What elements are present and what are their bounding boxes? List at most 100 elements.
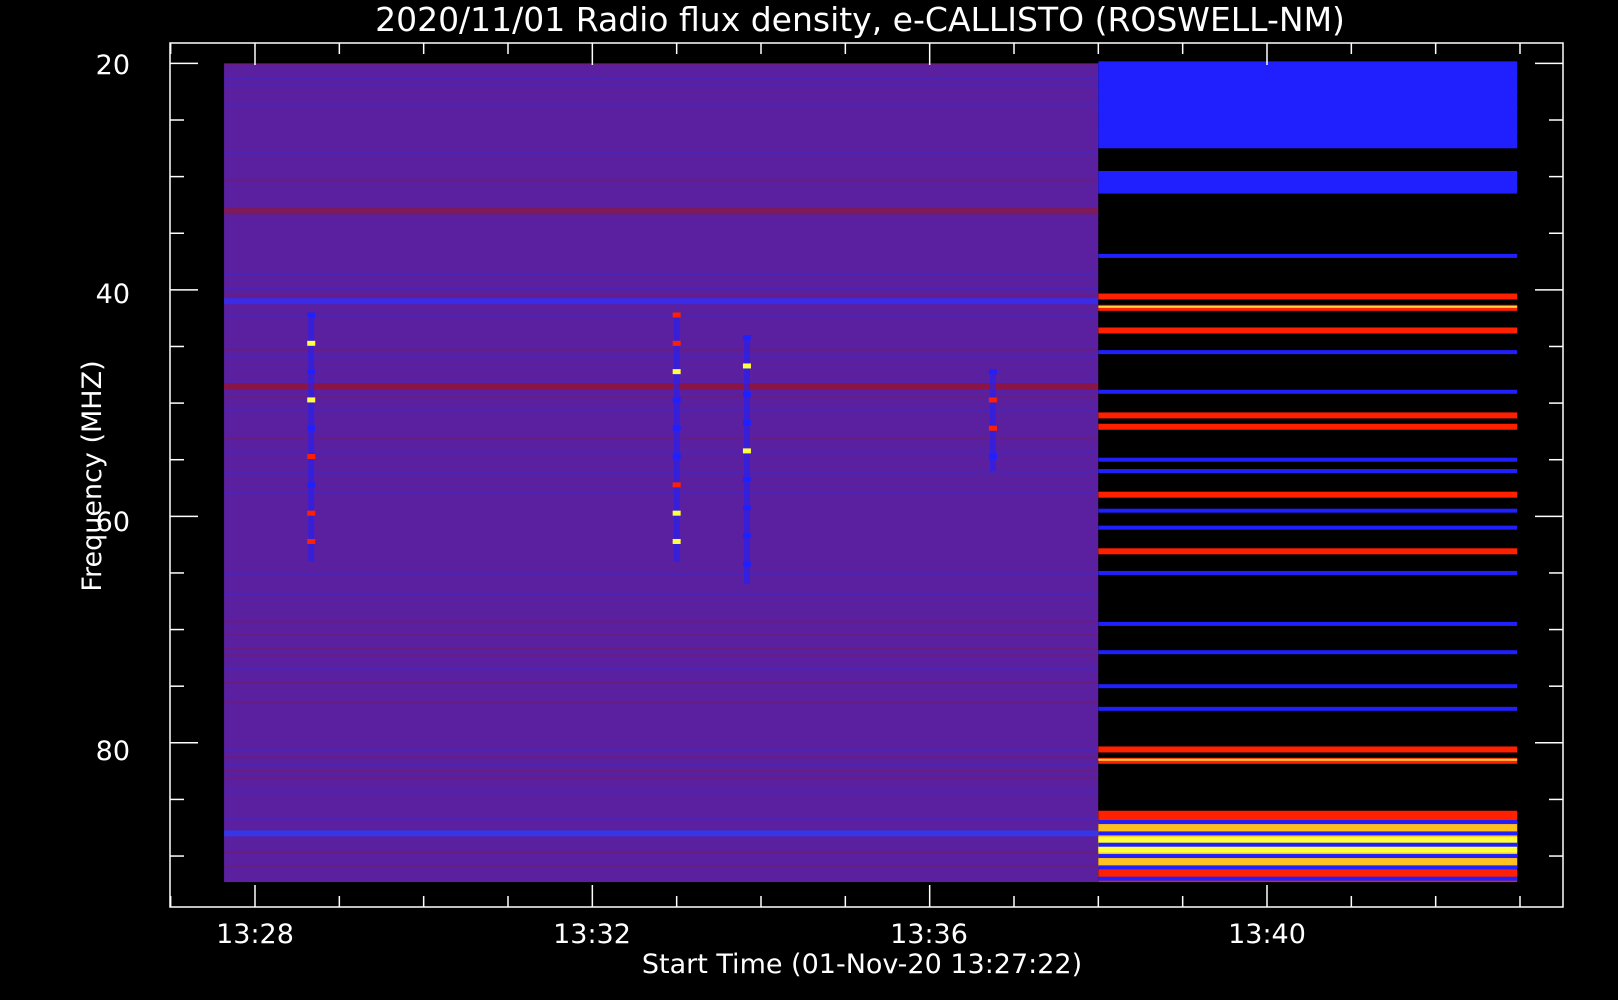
- noise-texture-row: [224, 593, 1099, 596]
- burst-pixel: [307, 482, 316, 488]
- noise-texture-row: [224, 63, 1099, 66]
- x-tick-label: 13:40: [1228, 919, 1306, 950]
- noise-texture-row: [224, 865, 1099, 868]
- rfi-band: [1098, 457, 1518, 462]
- burst-pixel: [988, 369, 997, 375]
- burst-pixel: [672, 510, 681, 516]
- noise-texture-row: [224, 668, 1099, 671]
- rfi-band: [1098, 650, 1518, 655]
- burst-pixel: [307, 312, 316, 318]
- noise-texture-row: [224, 409, 1099, 412]
- noise-texture-row: [224, 294, 1099, 297]
- noise-texture-row: [224, 274, 1099, 277]
- noise-texture-row: [224, 355, 1099, 358]
- noise-texture-row: [224, 790, 1099, 793]
- rfi-band: [1098, 140, 1518, 145]
- rfi-band-core: [1098, 758, 1518, 761]
- burst-pixel: [742, 533, 751, 539]
- chart-title: 2020/11/01 Radio flux density, e-CALLIST…: [375, 0, 1345, 39]
- noise-texture-row: [224, 151, 1099, 154]
- x-tick-label: 13:28: [216, 919, 294, 950]
- rfi-band: [1098, 327, 1518, 334]
- rfi-band: [1098, 525, 1518, 530]
- rfi-band: [1098, 174, 1518, 179]
- interference-band: [224, 298, 1099, 305]
- rfi-band: [1098, 570, 1518, 575]
- noise-texture-row: [224, 491, 1099, 494]
- rfi-band: [1098, 61, 1518, 66]
- burst-pixel: [672, 340, 681, 346]
- burst-pixel: [307, 538, 316, 544]
- noise-texture-row: [224, 348, 1099, 351]
- spectrogram-chart: 2020/11/01 Radio flux density, e-CALLIST…: [0, 0, 1618, 1000]
- noise-texture-row: [224, 450, 1099, 453]
- y-tick-label: 40: [96, 279, 130, 310]
- rfi-band: [1098, 706, 1518, 711]
- rfi-band: [1098, 684, 1518, 689]
- rfi-band-core: [1098, 305, 1518, 308]
- burst-pixel: [672, 454, 681, 460]
- noise-texture-row: [224, 647, 1099, 650]
- noise-texture-row: [224, 314, 1099, 317]
- burst-pixel: [307, 397, 316, 403]
- rfi-band: [1098, 72, 1518, 77]
- rfi-band: [1098, 185, 1518, 190]
- rfi-band: [1098, 106, 1518, 111]
- rfi-band: [1098, 876, 1518, 881]
- rfi-band: [1098, 842, 1518, 847]
- rfi-band: [1098, 412, 1518, 419]
- interference-band: [224, 207, 1099, 214]
- noise-texture-row: [224, 76, 1099, 79]
- noise-texture-row: [224, 437, 1099, 440]
- burst-pixel: [672, 369, 681, 375]
- burst-pixel: [988, 425, 997, 431]
- noise-texture-row: [224, 769, 1099, 772]
- plot-area: [169, 42, 1564, 908]
- burst-pixel: [307, 369, 316, 375]
- burst-streak: [743, 335, 750, 585]
- interference-band: [224, 383, 1099, 390]
- burst-pixel: [742, 363, 751, 369]
- rfi-band: [1098, 129, 1518, 134]
- rfi-block: [1098, 170, 1518, 194]
- noise-texture-row: [224, 776, 1099, 779]
- rfi-band: [1098, 508, 1518, 513]
- burst-pixel: [988, 397, 997, 403]
- burst-pixel: [742, 335, 751, 341]
- burst-pixel: [307, 340, 316, 346]
- burst-pixel: [672, 397, 681, 403]
- rfi-band: [1098, 854, 1518, 859]
- y-tick-label: 20: [96, 50, 130, 81]
- rfi-band: [1098, 548, 1518, 555]
- burst-pixel: [742, 505, 751, 511]
- rfi-band: [1098, 350, 1518, 355]
- burst-pixel: [742, 420, 751, 426]
- rfi-band: [1098, 621, 1518, 626]
- burst-pixel: [988, 454, 997, 460]
- noise-texture-row: [224, 681, 1099, 684]
- rfi-band: [1098, 831, 1518, 836]
- rfi-band: [1098, 820, 1518, 825]
- noise-texture-row: [224, 817, 1099, 820]
- noise-texture-row: [224, 471, 1099, 474]
- burst-pixel: [672, 425, 681, 431]
- y-axis-label: Frequency (MHZ): [77, 360, 108, 591]
- noise-texture-row: [224, 104, 1099, 107]
- noise-texture-row: [224, 572, 1099, 575]
- noise-texture-row: [224, 287, 1099, 290]
- rfi-band: [1098, 89, 1518, 94]
- spectrogram-image: [224, 61, 1518, 883]
- y-tick-label: 80: [96, 736, 130, 767]
- rfi-band: [1098, 469, 1518, 474]
- burst-pixel: [307, 510, 316, 516]
- burst-pixel: [742, 448, 751, 454]
- rfi-band: [1098, 253, 1518, 258]
- burst-streak: [673, 312, 680, 562]
- noise-texture-row: [224, 178, 1099, 181]
- burst-pixel: [742, 391, 751, 397]
- noise-texture-row: [224, 763, 1099, 766]
- x-tick-label: 13:32: [553, 919, 631, 950]
- rfi-band: [1098, 293, 1518, 300]
- burst-pixel: [307, 454, 316, 460]
- rfi-band: [1098, 491, 1518, 498]
